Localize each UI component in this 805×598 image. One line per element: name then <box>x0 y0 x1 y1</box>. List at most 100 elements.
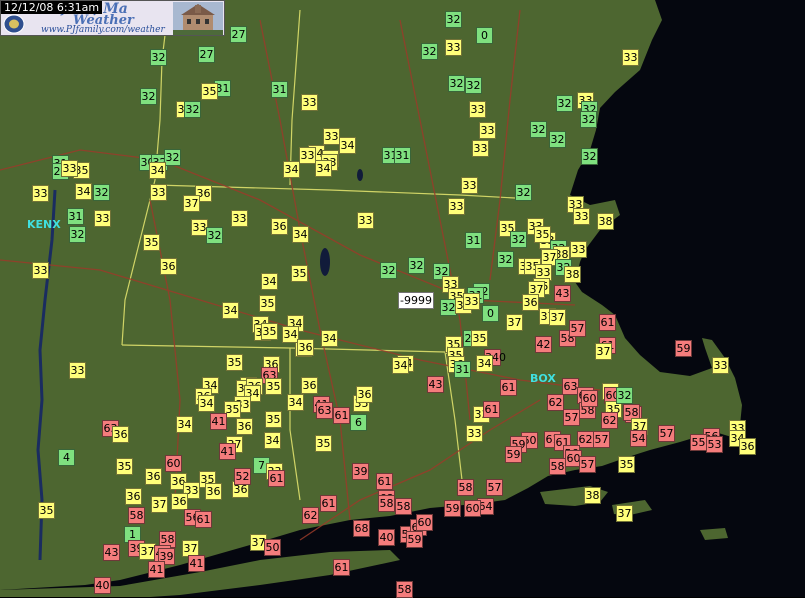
temperature-marker: 37 <box>151 496 168 513</box>
temperature-marker: 32 <box>164 149 181 166</box>
temperature-marker: 34 <box>287 394 304 411</box>
temperature-marker: 34 <box>176 416 193 433</box>
temperature-marker: 41 <box>210 413 227 430</box>
temperature-marker: 34 <box>392 357 409 374</box>
temperature-marker: 57 <box>593 431 610 448</box>
temperature-marker: 37 <box>549 309 566 326</box>
temperature-marker: 33 <box>712 357 729 374</box>
temperature-marker: 58 <box>549 458 566 475</box>
temperature-marker: 61 <box>320 495 337 512</box>
temperature-marker: 33 <box>570 241 587 258</box>
temperature-marker: 32 <box>549 131 566 148</box>
temperature-marker: 31 <box>465 232 482 249</box>
temperature-marker: 57 <box>579 456 596 473</box>
temperature-marker: 61 <box>268 470 285 487</box>
temperature-marker: 59 <box>444 500 461 517</box>
temperature-marker: 43 <box>427 376 444 393</box>
temperature-marker: 59 <box>505 446 522 463</box>
temperature-marker: 60 <box>165 455 182 472</box>
temperature-marker: 58 <box>378 495 395 512</box>
site-url[interactable]: www.PJfamily.com/weather <box>41 26 165 35</box>
temperature-marker: 43 <box>554 285 571 302</box>
temperature-marker: 32 <box>616 387 633 404</box>
radar-site-box: BOX <box>530 372 556 385</box>
temperature-marker: 34 <box>75 183 92 200</box>
temperature-marker: 61 <box>599 314 616 331</box>
temperature-marker: 34 <box>321 330 338 347</box>
temperature-marker: 32 <box>184 101 201 118</box>
temperature-marker: 33 <box>231 210 248 227</box>
temperature-marker: 35 <box>201 83 218 100</box>
temperature-marker: 32 <box>206 227 223 244</box>
temperature-marker: 34 <box>198 395 215 412</box>
temperature-marker: 57 <box>569 320 586 337</box>
temperature-marker: 33 <box>323 128 340 145</box>
temperature-marker: 57 <box>658 425 675 442</box>
temperature-marker: 32 <box>445 11 462 28</box>
temperature-marker: 63 <box>316 402 333 419</box>
temperature-marker: 32 <box>497 251 514 268</box>
temperature-marker: 33 <box>461 177 478 194</box>
temperature-marker: 31 <box>271 81 288 98</box>
temperature-marker: 34 <box>339 137 356 154</box>
temperature-marker: 33 <box>469 101 486 118</box>
temperature-marker: 61 <box>333 559 350 576</box>
temperature-marker: 33 <box>445 39 462 56</box>
temperature-marker: 34 <box>261 273 278 290</box>
temperature-marker: 34 <box>476 355 493 372</box>
temperature-marker: 32 <box>465 77 482 94</box>
temperature-marker: 36 <box>205 483 222 500</box>
temperature-marker: 43 <box>103 544 120 561</box>
temperature-marker: 40 <box>94 577 111 594</box>
temperature-marker: 57 <box>563 409 580 426</box>
temperature-marker: 35 <box>261 323 278 340</box>
temperature-marker: 34 <box>292 226 309 243</box>
temperature-marker: 41 <box>148 561 165 578</box>
temperature-marker: 36 <box>271 218 288 235</box>
temperature-marker: 33 <box>301 94 318 111</box>
temperature-marker: 34 <box>315 160 332 177</box>
temperature-marker: 40 <box>378 529 395 546</box>
temperature-marker: 35 <box>116 458 133 475</box>
temperature-marker: 37 <box>616 505 633 522</box>
temperature-marker: 6 <box>350 414 367 431</box>
temperature-marker: 0 <box>482 305 499 322</box>
temperature-marker: 35 <box>265 378 282 395</box>
temperature-marker: 59 <box>406 531 423 548</box>
temperature-marker: 55 <box>690 434 707 451</box>
temperature-marker: 27 <box>198 46 215 63</box>
temperature-marker: 52 <box>234 468 251 485</box>
temperature-marker: 36 <box>522 294 539 311</box>
temperature-marker: 36 <box>112 426 129 443</box>
temperature-marker: 39 <box>352 463 369 480</box>
temperature-marker: 35 <box>291 265 308 282</box>
temperature-marker: 68 <box>353 520 370 537</box>
temperature-marker: 37 <box>506 314 523 331</box>
temperature-marker: 34 <box>283 161 300 178</box>
temperature-marker: 61 <box>483 401 500 418</box>
temperature-marker: 34 <box>264 432 281 449</box>
temperature-marker: 32 <box>408 257 425 274</box>
temperature-marker: 33 <box>479 122 496 139</box>
house-image-icon <box>173 2 223 35</box>
temperature-marker: 33 <box>463 293 480 310</box>
temperature-marker: 58 <box>128 507 145 524</box>
temperature-marker: 61 <box>376 473 393 490</box>
temperature-marker: 31 <box>67 208 84 225</box>
temperature-marker: 33 <box>94 210 111 227</box>
temperature-marker: 32 <box>556 95 573 112</box>
temperature-marker: 35 <box>471 330 488 347</box>
temperature-marker: 33 <box>32 185 49 202</box>
temperature-marker: 42 <box>535 336 552 353</box>
seal-icon <box>3 14 25 34</box>
temperature-marker: 41 <box>188 555 205 572</box>
temperature-marker: 32 <box>421 43 438 60</box>
temperature-marker: 36 <box>301 377 318 394</box>
temperature-marker: 54 <box>630 430 647 447</box>
temperature-marker: 61 <box>500 379 517 396</box>
temperature-marker: 36 <box>356 386 373 403</box>
temperature-marker: 62 <box>302 507 319 524</box>
temperature-marker: 33 <box>299 147 316 164</box>
temperature-marker: 0 <box>476 27 493 44</box>
temperature-marker: 35 <box>226 354 243 371</box>
